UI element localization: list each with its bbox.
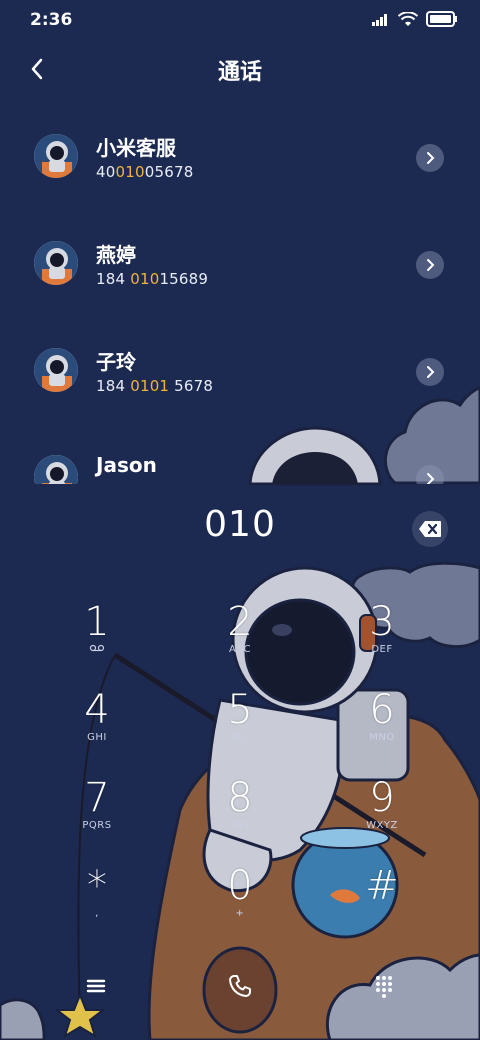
key-letters: ABC [228, 644, 251, 655]
key-digit: 7 [84, 775, 110, 821]
key-digit: # [365, 863, 399, 909]
key-star[interactable]: * , [42, 864, 152, 944]
menu-button[interactable] [82, 972, 110, 1000]
bottom-bar [0, 960, 480, 1020]
chevron-right-icon [427, 152, 435, 164]
battery-icon [426, 11, 457, 27]
voicemail-icon [89, 644, 105, 652]
status-time: 2:36 [30, 10, 73, 30]
status-bar: 2:36 [0, 0, 480, 40]
avatar [34, 455, 78, 484]
key-5[interactable]: 5 JKL [185, 688, 295, 768]
call-button[interactable] [224, 970, 256, 1002]
contact-name: Jason [96, 453, 157, 477]
key-2[interactable]: 2 ABC [185, 600, 295, 680]
contact-number: 184 01015689 [96, 270, 209, 288]
key-digit: 2 [227, 599, 253, 645]
header: 通话 [0, 44, 480, 96]
key-1[interactable]: 1 [42, 600, 152, 680]
key-digit: * [87, 863, 107, 909]
key-letters: JKL [231, 732, 249, 743]
contact-number: 184 0101 5678 [96, 377, 214, 395]
contact-row[interactable]: Jason [0, 427, 480, 484]
contact-detail-button[interactable] [416, 358, 444, 386]
signal-icon [372, 14, 387, 26]
key-digit: 9 [369, 775, 395, 821]
key-letters: , [95, 908, 99, 919]
key-digit: 4 [84, 687, 110, 733]
key-letters: WXYZ [366, 820, 398, 831]
wifi-icon [398, 11, 418, 26]
contact-detail-button[interactable] [416, 144, 444, 172]
page-title: 通话 [217, 60, 262, 85]
contact-detail-button[interactable] [416, 465, 444, 484]
dialed-number[interactable]: 010 [0, 504, 480, 545]
key-6[interactable]: 6 MNO [327, 688, 437, 768]
key-letters: MNO [369, 732, 395, 743]
key-digit: 0 [227, 863, 253, 909]
key-8[interactable]: 8 TUV [185, 776, 295, 856]
key-digit: 5 [227, 687, 253, 733]
key-7[interactable]: 7 PQRS [42, 776, 152, 856]
avatar [34, 241, 78, 285]
key-9[interactable]: 9 WXYZ [327, 776, 437, 856]
key-digit: 3 [369, 599, 395, 645]
contact-name: 小米客服 [96, 136, 176, 160]
contact-row[interactable]: 小米客服 4001005678 [0, 106, 480, 213]
contact-detail-button[interactable] [416, 251, 444, 279]
key-letters: GHI [87, 732, 107, 743]
key-letters: + [235, 908, 245, 919]
key-digit: 6 [369, 687, 395, 733]
backspace-icon [419, 521, 441, 537]
chevron-right-icon [427, 259, 435, 271]
contact-name: 子玲 [96, 350, 136, 374]
key-0[interactable]: 0 + [185, 864, 295, 944]
menu-icon [86, 979, 106, 993]
keypad-toggle-button[interactable] [370, 972, 398, 1000]
keypad-icon [376, 976, 392, 998]
avatar [34, 134, 78, 178]
backspace-button[interactable] [412, 511, 448, 547]
contact-name: 燕婷 [96, 243, 136, 267]
key-hash[interactable]: # [327, 864, 437, 944]
chevron-right-icon [427, 366, 435, 378]
chevron-right-icon [427, 473, 435, 484]
avatar [34, 348, 78, 392]
key-letters: DEF [371, 644, 393, 655]
key-3[interactable]: 3 DEF [327, 600, 437, 680]
contact-row[interactable]: 燕婷 184 01015689 [0, 213, 480, 320]
contact-list: 小米客服 4001005678 燕婷 184 01015689 子玲 184 0… [0, 106, 480, 484]
key-letters: TUV [229, 820, 251, 831]
phone-icon [229, 975, 251, 997]
key-4[interactable]: 4 GHI [42, 688, 152, 768]
status-icons [372, 11, 458, 27]
key-digit: 8 [227, 775, 253, 821]
contact-row[interactable]: 子玲 184 0101 5678 [0, 320, 480, 427]
contact-number: 4001005678 [96, 163, 194, 181]
key-letters: PQRS [82, 820, 112, 831]
key-digit: 1 [84, 599, 110, 645]
dial-display: 010 [0, 504, 480, 554]
